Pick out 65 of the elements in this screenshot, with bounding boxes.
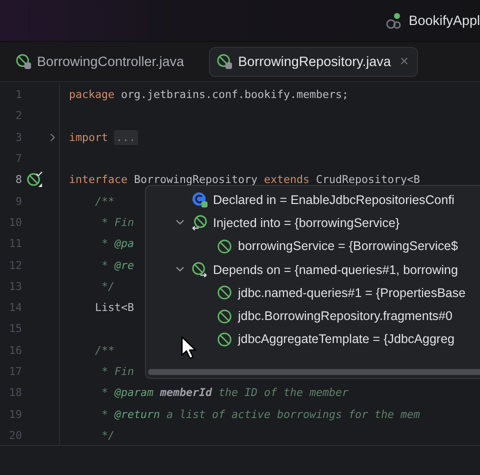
run-configuration-icon[interactable] — [384, 12, 403, 30]
code-line: * @re — [100, 258, 134, 272]
code-line: * @return a list of active borrowings for the mem — [100, 408, 420, 421]
bean-file-icon — [216, 53, 234, 70]
code-line: * @param memberId the ID of the member — [100, 386, 349, 400]
line-number: 7 — [14, 152, 22, 166]
line-number: 2 — [14, 109, 22, 122]
code-line: /** — [94, 194, 115, 208]
line-number: 15 — [8, 322, 22, 336]
bean-gutter-icon[interactable] — [26, 171, 42, 188]
code-line: * Fin — [100, 216, 134, 229]
code-line: * Fin — [100, 365, 134, 378]
bean-icon — [216, 238, 233, 255]
popup-item-label: jdbc.named-queries#1 = {PropertiesBase — [238, 286, 466, 300]
line-number: 10 — [8, 216, 22, 229]
line-number: 11 — [8, 237, 22, 250]
editor-tab[interactable]: BorrowingController.java — [10, 46, 194, 76]
code-line: */ — [100, 280, 115, 293]
code-line: * @pa — [100, 237, 134, 250]
bean-icon — [216, 330, 233, 348]
code-line: List<B — [94, 301, 134, 314]
line-number: 14 — [8, 301, 22, 314]
code-line: /** — [94, 344, 115, 357]
bean-file-icon — [15, 53, 32, 70]
popup-item-label: Injected into = {borrowingService} — [213, 216, 400, 230]
popup-item-label: jdbc.BorrowingRepository.fragments#0 — [238, 309, 452, 324]
popup-tree-item[interactable]: borrowingService = {BorrowingService$ — [146, 234, 480, 258]
horizontal-scrollbar[interactable] — [148, 369, 480, 375]
bean-right-arrow-icon — [191, 261, 208, 278]
popup-item-label: Depends on = {named-queries#1, borrowing — [213, 262, 458, 277]
popup-tree-item[interactable]: jdbc.named-queries#1 = {PropertiesBase — [146, 281, 480, 304]
tab-label: BorrowingRepository.java — [238, 54, 391, 69]
popup-tree-item[interactable]: jdbcAggregateTemplate = {JdbcAggreg — [146, 328, 480, 352]
editor-tab[interactable]: BorrowingRepository.java × — [209, 46, 418, 76]
line-number: 17 — [8, 365, 22, 378]
popup-tree-item[interactable]: Injected into = {borrowingService} — [146, 211, 480, 235]
class-icon — [191, 191, 208, 208]
expand-chevron-icon[interactable] — [48, 132, 56, 142]
expanded-chevron-icon[interactable] — [175, 219, 185, 226]
line-number: 19 — [8, 408, 22, 421]
tab-label: BorrowingController.java — [37, 54, 184, 69]
mouse-pointer-icon — [181, 336, 197, 360]
line-number: 1 — [14, 88, 22, 102]
line-number: 20 — [8, 428, 22, 442]
code-line: package org.jetbrains.conf.bookify.members; — [68, 88, 349, 102]
run-configuration-label[interactable]: BookifyAppl — [408, 13, 480, 28]
code-line: interface BorrowingRepository extends CrudRepository<B — [68, 173, 420, 186]
line-number: 13 — [8, 280, 22, 293]
bean-icon — [216, 308, 233, 325]
line-number: 16 — [8, 344, 22, 357]
popup-tree-item[interactable]: Depends on = {named-queries#1, borrowing — [146, 258, 480, 282]
popup-tree-item[interactable]: Declared in = EnableJdbcRepositoriesConfi — [146, 188, 480, 212]
expanded-chevron-icon[interactable] — [175, 266, 185, 274]
popup-item-label: borrowingService = {BorrowingService$ — [238, 239, 458, 254]
line-number: 9 — [14, 194, 22, 208]
popup-item-label: Declared in = EnableJdbcRepositoriesConfi — [213, 192, 454, 207]
line-number: 3 — [14, 130, 22, 144]
line-number: 12 — [8, 258, 22, 272]
code-line: */ — [100, 428, 115, 442]
bean-icon — [216, 284, 233, 302]
line-number: 18 — [8, 386, 22, 400]
line-number: 8 — [14, 173, 22, 186]
popup-tree-item[interactable]: jdbc.BorrowingRepository.fragments#0 — [146, 304, 480, 328]
popup-item-label: jdbcAggregateTemplate = {JdbcAggreg — [238, 332, 454, 346]
code-line: import ... — [68, 130, 138, 144]
